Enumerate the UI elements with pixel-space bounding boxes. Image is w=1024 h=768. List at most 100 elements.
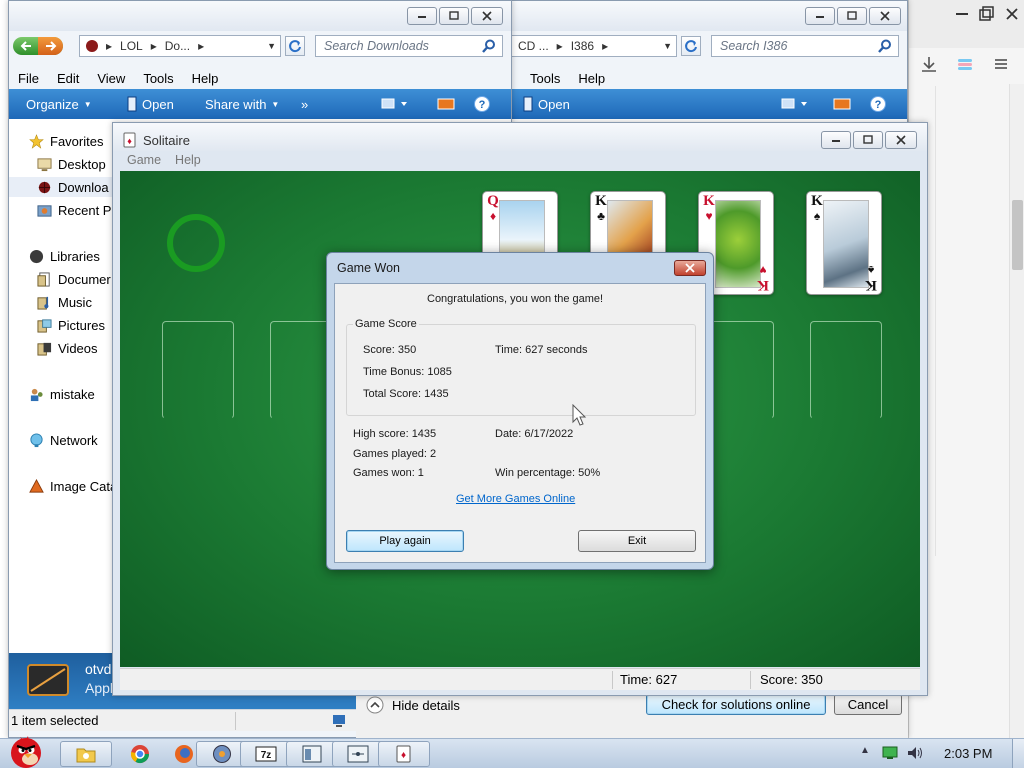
- maximize-button[interactable]: [439, 7, 469, 25]
- menu-help[interactable]: Help: [569, 71, 614, 86]
- chrome-icon: [130, 745, 149, 764]
- close-icon[interactable]: [1001, 4, 1023, 24]
- view-options-icon[interactable]: [781, 97, 809, 111]
- search-input[interactable]: Search Downloads: [315, 35, 503, 57]
- minimize-button[interactable]: [821, 131, 851, 149]
- cancel-button[interactable]: Cancel: [834, 694, 902, 715]
- close-button[interactable]: [869, 7, 901, 25]
- foundation-card-4[interactable]: K ♠ K ♠: [806, 191, 882, 295]
- taskbar-window-button-2[interactable]: [332, 741, 384, 767]
- preview-pane-icon[interactable]: [437, 97, 455, 111]
- date-value: Date: 6/17/2022: [495, 428, 574, 440]
- scrollbar-thumb[interactable]: [1012, 200, 1023, 270]
- menu-tools[interactable]: Tools: [521, 71, 569, 86]
- hide-details-button[interactable]: Hide details: [366, 696, 460, 714]
- breadcrumb-downloads[interactable]: Do...: [165, 39, 190, 53]
- menu-tools[interactable]: Tools: [134, 71, 182, 86]
- hamburger-menu-icon[interactable]: [991, 54, 1011, 74]
- scrollbar[interactable]: [1009, 84, 1024, 738]
- volume-icon[interactable]: [906, 745, 924, 761]
- nav-desktop[interactable]: Desktop: [37, 154, 106, 174]
- help-icon[interactable]: ?: [473, 95, 491, 113]
- address-bar[interactable]: ▸ LOL ▸ Do... ▸ ▼: [79, 35, 281, 57]
- pictures-icon: [37, 318, 52, 333]
- show-hidden-icons-icon[interactable]: ▲: [860, 745, 870, 756]
- menu-game[interactable]: Game: [121, 153, 161, 171]
- desktop-icon: [37, 157, 52, 171]
- download-icon[interactable]: [919, 54, 939, 74]
- minimize-button[interactable]: [805, 7, 835, 25]
- nav-libraries[interactable]: Libraries: [29, 246, 100, 266]
- maximize-button[interactable]: [853, 131, 883, 149]
- taskbar-window-button-1[interactable]: [286, 741, 338, 767]
- nav-network[interactable]: Network: [29, 430, 98, 450]
- tableau-slot-1[interactable]: [162, 321, 234, 419]
- dialog-body: Congratulations, you won the game! Game …: [334, 283, 706, 563]
- nav-music[interactable]: Music: [37, 292, 92, 312]
- refresh-button[interactable]: [285, 36, 305, 56]
- menu-edit[interactable]: Edit: [48, 71, 88, 86]
- menu-help[interactable]: Help: [175, 153, 201, 171]
- show-desktop-button[interactable]: [1012, 739, 1024, 768]
- nav-videos[interactable]: Videos: [37, 338, 98, 358]
- network-status-icon[interactable]: [882, 746, 898, 760]
- back-arrow-icon[interactable]: [13, 37, 38, 55]
- svg-text:?: ?: [875, 99, 882, 111]
- forward-arrow-icon[interactable]: [38, 37, 63, 55]
- clock[interactable]: 2:03 PM: [944, 746, 992, 761]
- breadcrumb-lol[interactable]: LOL: [120, 39, 143, 53]
- taskbar-explorer-button[interactable]: [60, 741, 112, 767]
- share-with-button[interactable]: Share with ▼: [205, 97, 279, 112]
- heart-icon: ♥: [705, 209, 713, 223]
- get-more-games-link[interactable]: Get More Games Online: [456, 493, 575, 505]
- nav-pictures[interactable]: Pictures: [37, 315, 105, 335]
- search-input[interactable]: Search I386: [711, 35, 899, 57]
- breadcrumb-cd[interactable]: CD ...: [518, 39, 549, 53]
- nav-image-catalog[interactable]: Image Cata: [29, 476, 117, 496]
- nav-homegroup-mistake[interactable]: mistake: [29, 384, 95, 404]
- menu-bar: Game Help: [121, 153, 201, 171]
- start-button-angry-bird-icon[interactable]: [2, 731, 50, 768]
- help-icon[interactable]: ?: [869, 95, 887, 113]
- nav-documents[interactable]: Documer: [37, 269, 111, 289]
- tableau-slot-7[interactable]: [810, 321, 882, 419]
- preview-pane-icon[interactable]: [833, 97, 851, 111]
- maximize-button[interactable]: [837, 7, 867, 25]
- close-button[interactable]: [471, 7, 503, 25]
- card-art: [823, 200, 869, 288]
- open-button[interactable]: Open: [127, 96, 174, 112]
- back-forward-buttons[interactable]: [13, 37, 63, 55]
- view-options-icon[interactable]: [381, 97, 409, 111]
- close-button[interactable]: [674, 260, 706, 276]
- menu-file[interactable]: File: [9, 71, 48, 86]
- minimize-icon[interactable]: [951, 4, 973, 24]
- taskbar-solitaire-button[interactable]: ♦: [378, 741, 430, 767]
- exit-button[interactable]: Exit: [578, 530, 696, 552]
- menu-help[interactable]: Help: [183, 71, 228, 86]
- organize-button[interactable]: Organize ▼: [26, 97, 92, 112]
- stock-reset-ring-icon[interactable]: [164, 211, 228, 275]
- play-again-button[interactable]: Play again: [346, 530, 464, 552]
- window-title: Solitaire: [143, 133, 190, 148]
- more-commands-button[interactable]: »: [301, 97, 308, 112]
- nav-recent-places[interactable]: Recent Pl: [37, 200, 114, 220]
- chevron-down-icon[interactable]: ▼: [267, 41, 276, 51]
- chevron-down-icon[interactable]: ▼: [663, 41, 672, 51]
- extension-icon[interactable]: [955, 54, 975, 74]
- breadcrumb-i386[interactable]: I386: [571, 39, 594, 53]
- minimize-button[interactable]: [407, 7, 437, 25]
- address-bar[interactable]: CD ... ▸ I386 ▸ ▼: [511, 35, 677, 57]
- score-value: Score: 350: [363, 344, 417, 356]
- taskbar-7zip-button[interactable]: 7z: [240, 741, 292, 767]
- refresh-icon: [685, 40, 697, 53]
- open-button[interactable]: Open: [523, 96, 570, 112]
- refresh-button[interactable]: [681, 36, 701, 56]
- menu-view[interactable]: View: [88, 71, 134, 86]
- card-art: [715, 200, 761, 288]
- dialog-title: Game Won: [337, 261, 400, 275]
- check-for-solutions-button[interactable]: Check for solutions online: [646, 694, 826, 715]
- restore-icon[interactable]: [975, 4, 997, 24]
- close-button[interactable]: [885, 131, 917, 149]
- nav-downloads[interactable]: Downloa: [9, 177, 113, 197]
- nav-favorites[interactable]: Favorites: [29, 131, 103, 151]
